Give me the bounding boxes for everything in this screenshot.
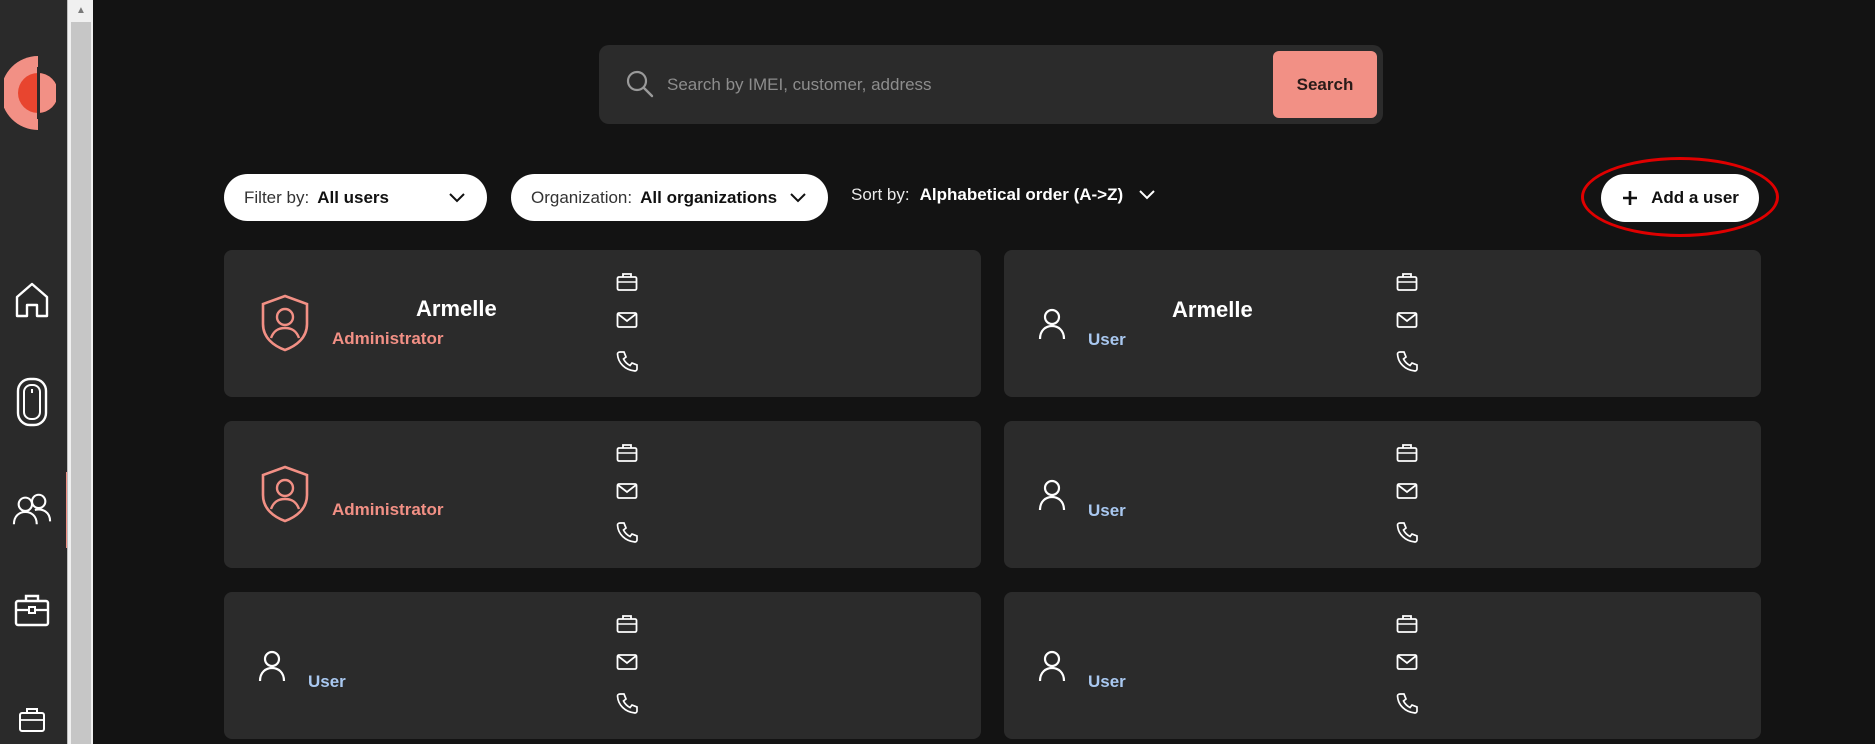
user-card[interactable]: User — [1004, 592, 1761, 739]
briefcase-icon — [616, 443, 646, 482]
user-icon — [1038, 650, 1066, 682]
phone-icon — [616, 692, 646, 731]
sort-value: Alphabetical order (A->Z) — [919, 185, 1124, 204]
briefcase-icon — [616, 272, 646, 311]
app-logo[interactable] — [4, 55, 60, 131]
phone-icon — [1396, 692, 1426, 731]
chevron-down-icon — [788, 188, 808, 208]
user-role: User — [1088, 501, 1126, 520]
organization-label: Organization: — [531, 187, 633, 207]
plus-icon — [1621, 189, 1639, 207]
user-info-icons — [616, 443, 646, 560]
organization-dropdown[interactable]: Organization: All organizations — [511, 174, 828, 221]
search-icon — [625, 69, 655, 99]
phone-icon — [1396, 521, 1426, 560]
user-name: Armelle — [416, 296, 497, 321]
user-info-icons — [616, 272, 646, 389]
filter-by-label: Filter by: — [244, 187, 310, 207]
user-role: Administrator — [332, 329, 444, 348]
sidebar-gap — [56, 0, 67, 744]
briefcase-icon — [1396, 443, 1426, 482]
mail-icon — [616, 482, 646, 521]
briefcase-small-icon[interactable] — [12, 698, 52, 742]
user-role: User — [1088, 330, 1126, 349]
mail-icon — [616, 311, 646, 350]
user-role: User — [308, 672, 346, 691]
user-card[interactable]: Armelle Administrator — [224, 250, 981, 397]
sort-dropdown[interactable]: Sort by: Alphabetical order (A->Z) — [851, 185, 1157, 205]
briefcase-icon — [1396, 272, 1426, 311]
mail-icon — [616, 653, 646, 692]
search-input[interactable] — [667, 70, 1247, 100]
user-name: Armelle — [1172, 297, 1253, 322]
device-icon[interactable] — [12, 377, 52, 427]
user-icon — [1038, 479, 1066, 511]
add-user-button[interactable]: Add a user — [1601, 174, 1759, 222]
shield-user-icon — [260, 465, 310, 523]
user-role: User — [1088, 672, 1126, 691]
user-role: Administrator — [332, 500, 444, 519]
scroll-up-arrow-icon[interactable]: ▲ — [68, 0, 94, 20]
sort-label: Sort by: — [851, 185, 910, 204]
user-icon — [1038, 308, 1066, 340]
mail-icon — [1396, 311, 1426, 350]
briefcase-icon — [1396, 614, 1426, 653]
user-info-icons — [616, 614, 646, 731]
phone-icon — [616, 350, 646, 389]
mail-icon — [1396, 653, 1426, 692]
user-card[interactable]: User — [1004, 421, 1761, 568]
chevron-down-icon — [447, 188, 467, 208]
user-info-icons — [1396, 272, 1426, 389]
user-info-icons — [1396, 443, 1426, 560]
mail-icon — [1396, 482, 1426, 521]
search-button[interactable]: Search — [1273, 51, 1377, 118]
user-card[interactable]: Armelle User — [1004, 250, 1761, 397]
user-card[interactable]: User — [224, 592, 981, 739]
add-user-label: Add a user — [1651, 188, 1739, 207]
filter-by-dropdown[interactable]: Filter by: All users — [224, 174, 487, 221]
chevron-down-icon — [1137, 185, 1157, 205]
phone-icon — [616, 521, 646, 560]
users-icon[interactable] — [12, 488, 52, 532]
filter-by-value: All users — [317, 187, 389, 207]
home-icon[interactable] — [12, 278, 52, 322]
main-content: Search Filter by: All users Organization… — [93, 0, 1875, 744]
briefcase-icon[interactable] — [12, 588, 52, 632]
shield-user-icon — [260, 294, 310, 352]
organization-value: All organizations — [640, 187, 778, 207]
briefcase-icon — [616, 614, 646, 653]
phone-icon — [1396, 350, 1426, 389]
user-icon — [258, 650, 286, 682]
scrollbar[interactable]: ▲ — [67, 0, 93, 744]
sidebar — [0, 0, 58, 744]
user-info-icons — [1396, 614, 1426, 731]
search-bar: Search — [599, 45, 1383, 124]
scrollbar-thumb[interactable] — [71, 22, 91, 744]
user-card[interactable]: Administrator — [224, 421, 981, 568]
